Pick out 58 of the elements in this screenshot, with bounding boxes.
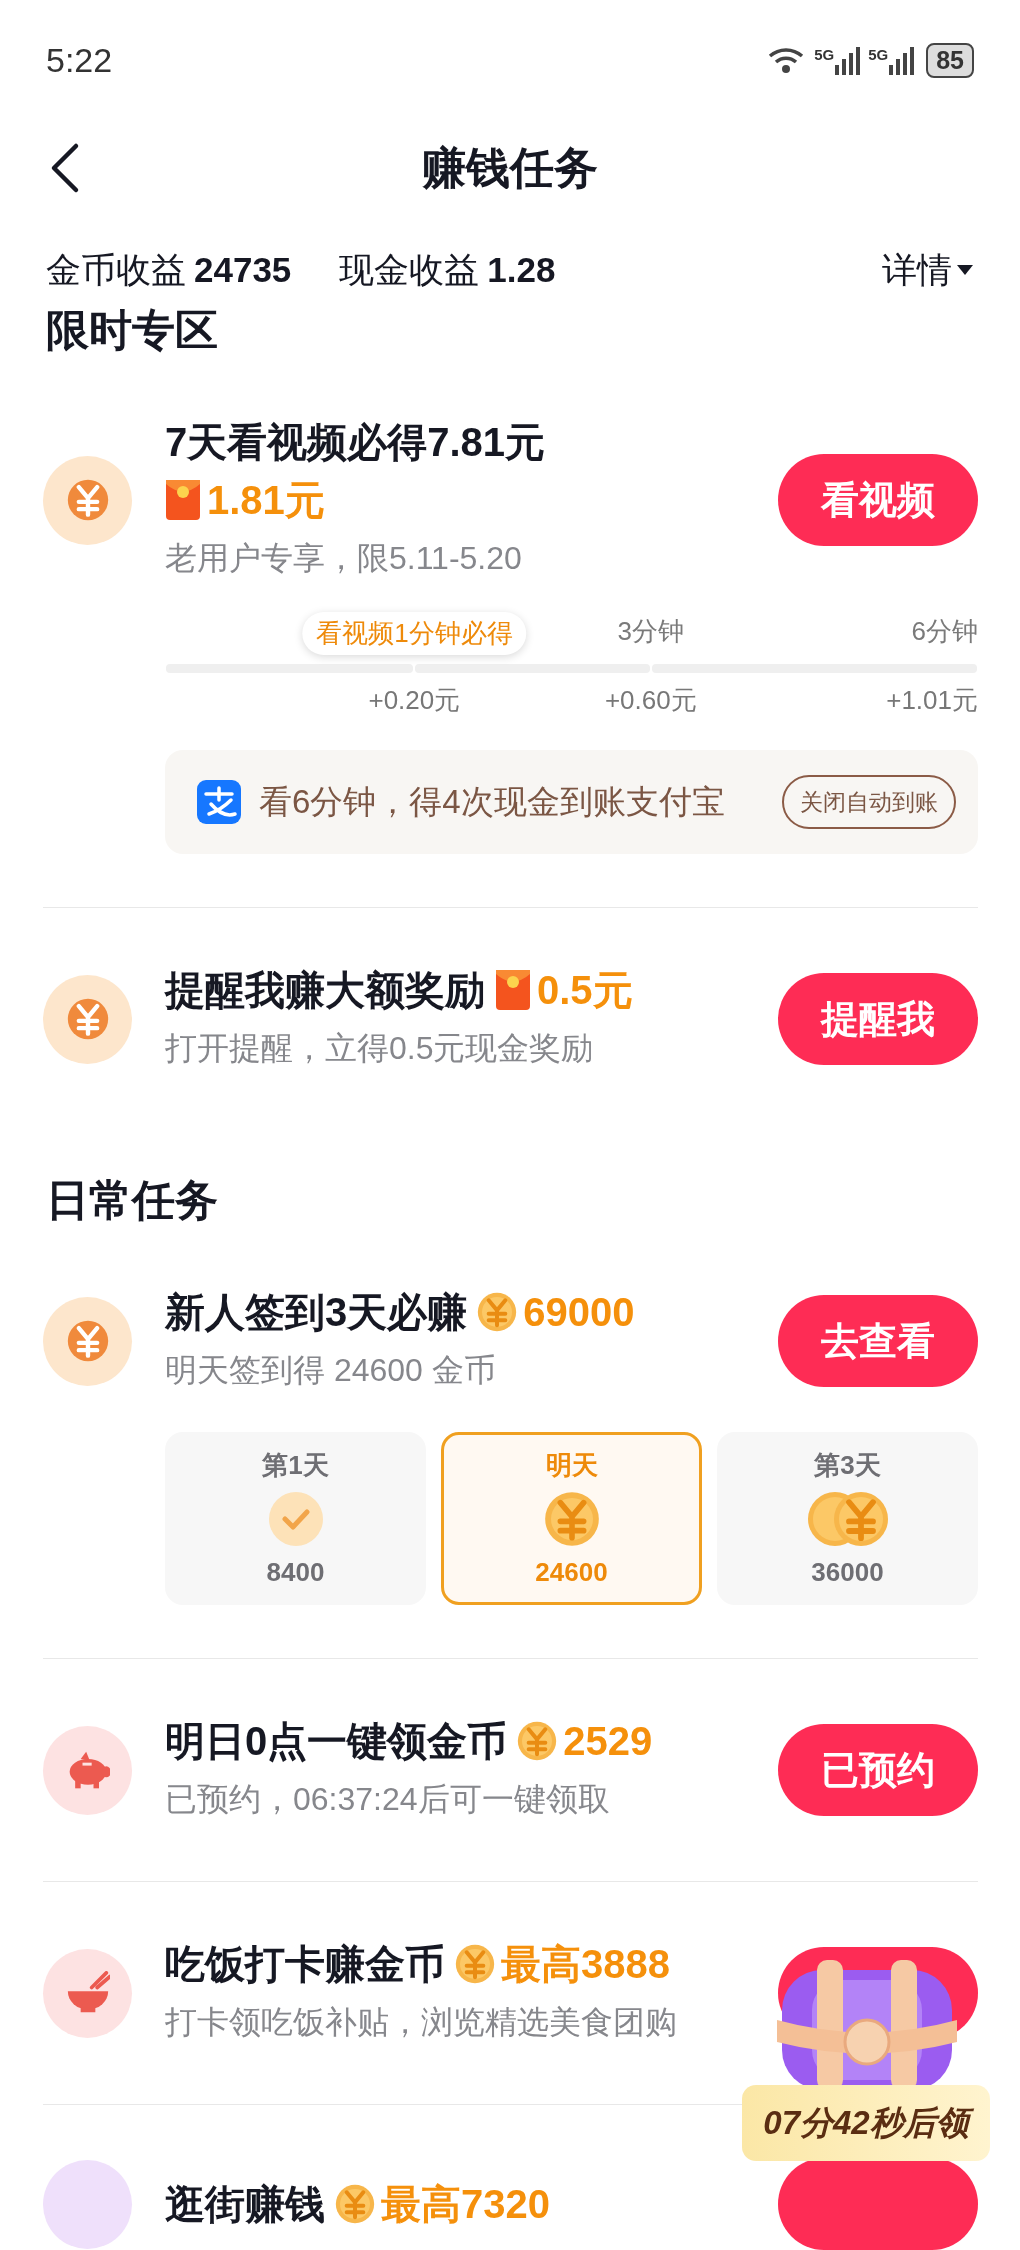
milestone-reward: +0.60元 — [604, 684, 697, 717]
caret-icon — [956, 264, 974, 276]
section-heading: 限时专区 — [45, 305, 219, 356]
coin-icon — [543, 1490, 600, 1547]
coin-icon — [517, 1721, 558, 1761]
milestone-reward: +0.20元 — [368, 684, 461, 717]
reward-amount: 0.5元 — [537, 967, 633, 1014]
task-title: 吃饭打卡赚金币 — [165, 1941, 445, 1988]
network-type: 5G — [814, 47, 835, 62]
cash-earnings-value: 1.28 — [487, 248, 556, 291]
milestone-tooltip: 看视频1分钟必得 — [302, 612, 527, 655]
clock-time: 5:22 — [46, 39, 113, 81]
battery-level: 85 — [926, 42, 974, 78]
reward-amount: 1.81元 — [207, 477, 325, 524]
coin-earnings-value: 24735 — [194, 248, 292, 291]
task-title: 明日0点一键领金币 — [165, 1718, 508, 1765]
task-title: 逛街赚钱 — [165, 2181, 325, 2228]
task-title: 提醒我赚大额奖励 — [165, 967, 485, 1014]
reward-amount: 最高7320 — [381, 2181, 550, 2228]
details-dropdown[interactable]: 详情 — [882, 243, 974, 297]
coin-earnings-label: 金币收益 — [46, 248, 186, 291]
reward-amount: 2529 — [563, 1718, 653, 1765]
milestone-label: 6分钟 — [911, 615, 978, 648]
envelope-icon — [165, 479, 201, 521]
task-description: 老用户专享，限5.11-5.20 — [165, 539, 523, 578]
task-description: 明天签到得 24600 金币 — [165, 1351, 497, 1390]
reward-amount: 69000 — [523, 1289, 635, 1336]
task-description: 已预约，06:37:24后可一键领取 — [165, 1780, 611, 1819]
day-card[interactable]: 第3天 36000 — [717, 1432, 978, 1605]
milestone-label: 3分钟 — [617, 615, 685, 648]
coin-icon — [477, 1292, 518, 1332]
task-title: 7天看视频必得7.81元 — [165, 419, 546, 466]
day-card[interactable]: 第1天 8400 — [165, 1432, 426, 1605]
payment-app-icon — [197, 780, 241, 824]
coin-icon — [335, 2184, 375, 2224]
network-type: 5G — [868, 47, 889, 62]
page-title: 赚钱任务 — [421, 141, 599, 194]
signal-icon — [888, 45, 915, 75]
envelope-icon — [495, 969, 531, 1011]
notice-text: 看6分钟，得4次现金到账支付宝 — [259, 782, 725, 823]
action-button[interactable]: 已预约 — [778, 1724, 978, 1816]
countdown-timer[interactable]: 07分42秒后领 — [742, 2085, 990, 2161]
check-icon — [267, 1490, 324, 1547]
coin-icon — [455, 1944, 495, 1984]
action-button[interactable]: 去查看 — [778, 1295, 978, 1387]
auto-payout-toggle[interactable]: 关闭自动到账 — [782, 774, 956, 830]
action-button[interactable]: 看视频 — [778, 454, 978, 546]
section-heading: 日常任务 — [45, 1175, 219, 1226]
signal-icon — [834, 45, 861, 75]
day-card[interactable]: 明天 24600 — [441, 1432, 702, 1605]
task-description: 打开提醒，立得0.5元现金奖励 — [165, 1029, 595, 1068]
milestone-reward: +1.01元 — [886, 684, 978, 717]
action-button[interactable]: 提醒我 — [778, 973, 978, 1065]
cash-earnings-label: 现金收益 — [339, 248, 480, 291]
coins-icon — [806, 1490, 889, 1547]
task-description: 打卡领吃饭补贴，浏览精选美食团购 — [165, 2003, 678, 2042]
reward-amount: 最高3888 — [501, 1941, 670, 1988]
task-title: 新人签到3天必赚 — [165, 1289, 468, 1336]
